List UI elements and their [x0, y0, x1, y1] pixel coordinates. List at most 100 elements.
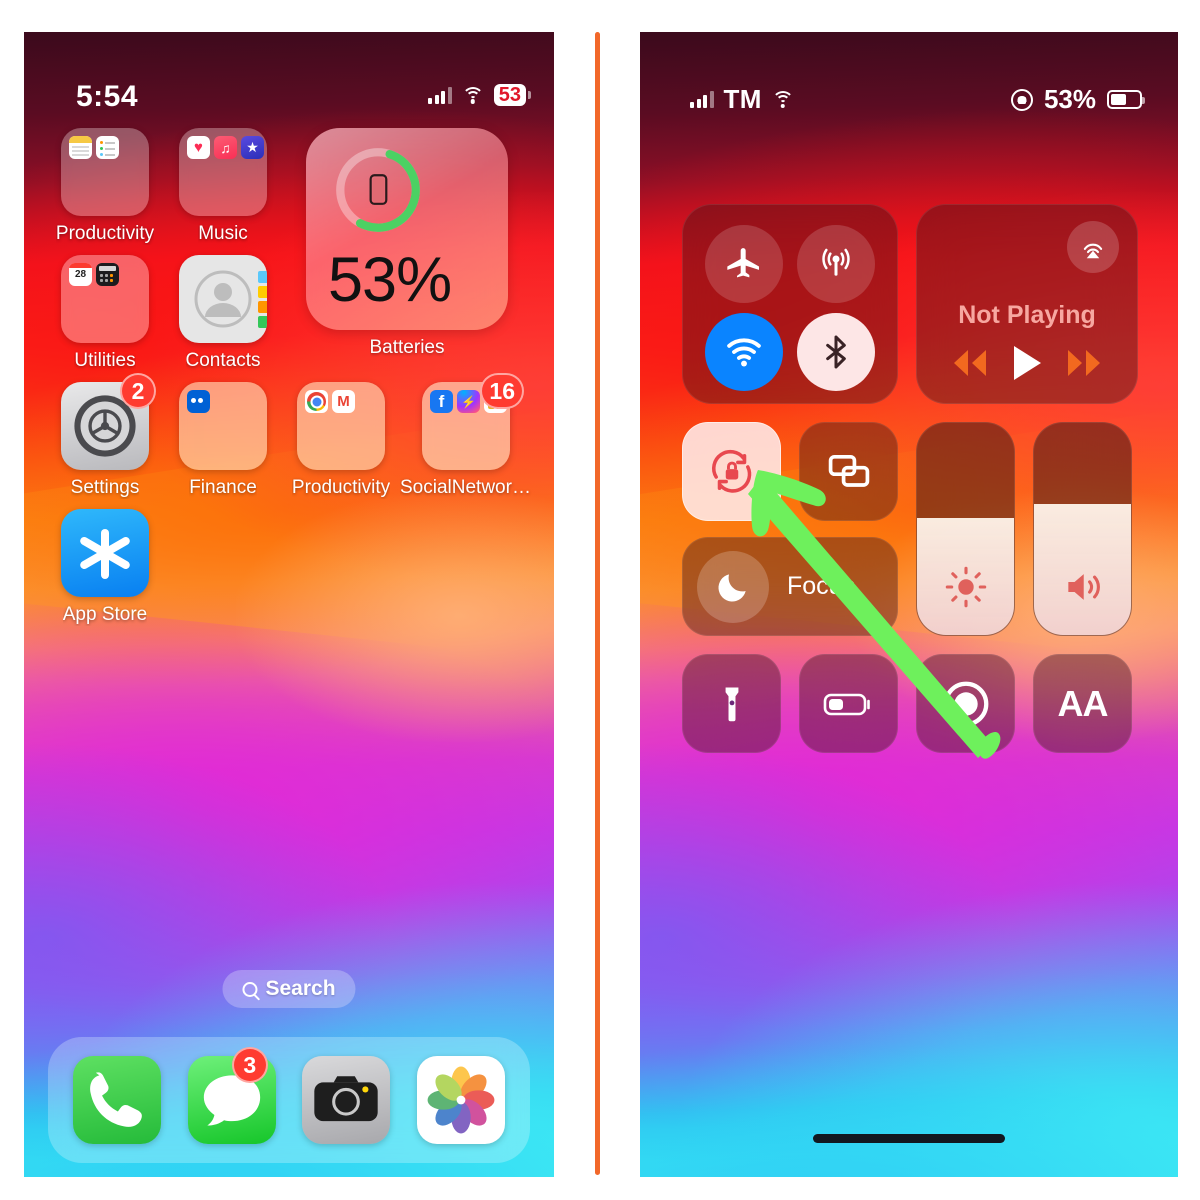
- facebook-icon: [430, 390, 453, 413]
- battery-icon: [823, 693, 870, 715]
- cellular-bars-icon: [690, 91, 714, 108]
- speaker-icon: [1034, 565, 1131, 609]
- app-label: Music: [198, 223, 248, 244]
- carrier-label: TM: [723, 84, 762, 114]
- folder-utilities[interactable]: Utilities: [46, 255, 164, 372]
- airplane-icon: [727, 248, 759, 278]
- focus-label: Focus: [787, 572, 856, 600]
- cellular-data-toggle[interactable]: [797, 225, 875, 303]
- wifi-toggle[interactable]: [705, 313, 783, 391]
- reminders-icon: [96, 136, 119, 159]
- screen-mirroring-toggle[interactable]: [799, 422, 898, 521]
- panel-divider: [595, 32, 600, 1175]
- notes-icon: [69, 136, 92, 159]
- airplay-icon[interactable]: [1067, 221, 1119, 273]
- home-status-bar: 5:54 53: [24, 32, 554, 113]
- control-center-grid: Not Playing Focus AA: [682, 204, 1138, 753]
- calculator-icon: [96, 263, 119, 286]
- screen-mirroring-icon: [828, 454, 869, 487]
- messenger-icon: [457, 390, 480, 413]
- cellular-icon: [822, 248, 850, 276]
- rewind-icon[interactable]: [946, 346, 994, 380]
- screenshot-root: 5:54 53 Productivity ♥ ♫ ★ Music 53% Bat…: [0, 0, 1200, 1200]
- flashlight-icon: [725, 687, 738, 721]
- home-screen-phone: 5:54 53 Productivity ♥ ♫ ★ Music 53% Bat…: [24, 32, 554, 1177]
- search-icon: [242, 981, 258, 997]
- app-store-icon: [61, 509, 149, 597]
- record-icon: [943, 681, 988, 726]
- app-contacts[interactable]: Contacts: [164, 255, 282, 372]
- battery-badge: 53: [493, 84, 532, 106]
- dock-item-camera[interactable]: [302, 1056, 391, 1144]
- health-icon: [187, 136, 210, 159]
- folder-socialnetworking[interactable]: 16 SocialNetworki...: [400, 373, 532, 499]
- wifi-icon: [771, 91, 794, 108]
- volume-slider[interactable]: [1033, 422, 1132, 636]
- folder-icon: [61, 128, 149, 216]
- dock-item-messages[interactable]: 3: [187, 1047, 276, 1144]
- app-label: Contacts: [185, 350, 261, 371]
- folder-productivity[interactable]: Productivity: [46, 128, 164, 245]
- app-label: Productivity: [55, 223, 155, 244]
- chrome-icon: [305, 390, 328, 413]
- text-size-icon: AA: [1057, 682, 1109, 724]
- batteries-widget[interactable]: 53% Batteries: [282, 128, 532, 372]
- rotation-lock-icon: [711, 449, 751, 493]
- app-settings[interactable]: 2 Settings: [46, 373, 164, 499]
- flashlight-toggle[interactable]: [682, 654, 781, 753]
- search-label: Search: [265, 977, 336, 1000]
- rotation-lock-toggle[interactable]: [682, 422, 781, 521]
- app-grid: Productivity Music: [24, 128, 554, 626]
- badge: 2: [120, 373, 156, 409]
- home-indicator: [813, 1134, 1005, 1143]
- sun-icon: [917, 565, 1014, 609]
- airplane-mode-toggle[interactable]: [705, 225, 783, 303]
- folder-icon: [179, 128, 267, 216]
- box-icon: [187, 390, 210, 413]
- folder-productivity-2[interactable]: Productivity: [282, 382, 400, 499]
- app-app-store[interactable]: App Store: [46, 509, 164, 626]
- app-label: SocialNetworki...: [400, 477, 532, 498]
- gmail-icon: [332, 390, 355, 413]
- widget-body: 53%: [306, 128, 508, 330]
- imovie-icon: [241, 136, 264, 159]
- dock-item-phone[interactable]: [73, 1056, 162, 1144]
- bluetooth-toggle[interactable]: [797, 313, 875, 391]
- app-label: Finance: [189, 477, 257, 498]
- calendar-icon: [69, 263, 92, 286]
- battery-icon: [1107, 90, 1145, 109]
- battery-percent: 53%: [328, 245, 452, 315]
- media-title: Not Playing: [958, 301, 1096, 329]
- dock-item-photos[interactable]: [416, 1056, 505, 1144]
- app-label: Productivity: [291, 477, 391, 498]
- battery-ring-icon: [336, 148, 420, 232]
- app-label: Utilities: [74, 350, 136, 371]
- folder-icon: [61, 255, 149, 343]
- focus-button[interactable]: Focus: [682, 537, 898, 636]
- contacts-icon: [179, 255, 267, 343]
- moon-icon: [697, 550, 769, 623]
- folder-icon: [297, 382, 385, 470]
- folder-music[interactable]: Music: [164, 128, 282, 245]
- search-button[interactable]: Search: [222, 970, 356, 1008]
- screen-recording-toggle[interactable]: [916, 654, 1015, 753]
- wifi-icon: [727, 338, 761, 367]
- fast-forward-icon[interactable]: [1060, 346, 1108, 380]
- phone-icon: [73, 1056, 162, 1144]
- cc-status-bar: TM 53%: [640, 32, 1178, 114]
- app-label: App Store: [62, 604, 148, 625]
- text-size-toggle[interactable]: AA: [1033, 654, 1132, 753]
- badge: 16: [480, 373, 524, 409]
- camera-icon: [302, 1056, 391, 1144]
- app-label: Settings: [70, 477, 140, 498]
- rotation-lock-icon: [1010, 88, 1033, 111]
- low-power-mode-toggle[interactable]: [799, 654, 898, 753]
- play-icon[interactable]: [1008, 343, 1046, 383]
- dock: 3: [48, 1037, 530, 1163]
- folder-finance[interactable]: Finance: [164, 382, 282, 499]
- media-module[interactable]: Not Playing: [916, 204, 1138, 404]
- control-center-phone: TM 53% Not Playing Focus AA: [640, 32, 1178, 1177]
- brightness-slider[interactable]: [916, 422, 1015, 636]
- folder-icon: [179, 382, 267, 470]
- status-time: 5:54: [76, 80, 139, 113]
